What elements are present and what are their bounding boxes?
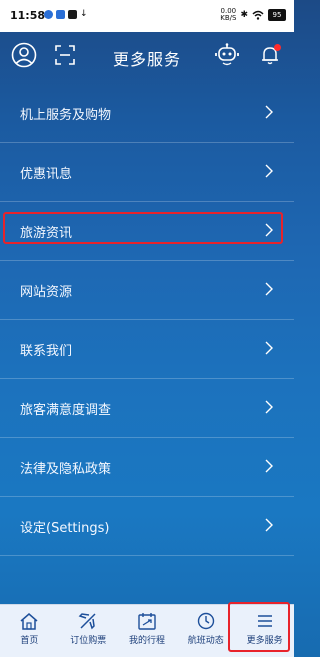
menu-item-label: 设定(Settings): [20, 520, 110, 536]
status-right-icons: 0.00 KB/S ✱ 95: [220, 8, 286, 22]
tab-flight-status[interactable]: 航班动态: [176, 605, 235, 657]
battery-icon: 95: [268, 9, 286, 21]
chevron-right-icon: [265, 164, 273, 178]
notification-badge: [274, 44, 281, 51]
menu-item-label: 法律及隐私政策: [20, 461, 112, 477]
status-bar: 11:58 ↓ 0.00 KB/S ✱ 95: [0, 0, 294, 32]
chevron-right-icon: [265, 341, 273, 355]
chevron-right-icon: [265, 282, 273, 296]
bluetooth-icon: ✱: [240, 10, 248, 20]
menu-item-web-resources[interactable]: 网站资源: [0, 261, 294, 320]
tiktok-icon: [68, 9, 77, 19]
tab-home[interactable]: 首页: [0, 605, 59, 657]
menu-item-label: 网站资源: [20, 284, 73, 300]
app-notification-icon: [56, 9, 65, 19]
tab-label: 航班动态: [187, 636, 224, 646]
status-time: 11:58: [10, 9, 46, 22]
menu-item-inflight-shopping[interactable]: 机上服务及购物: [0, 84, 294, 143]
download-icon: ↓: [80, 9, 88, 19]
chevron-right-icon: [265, 518, 273, 532]
menu-item-satisfaction-survey[interactable]: 旅客满意度调查: [0, 379, 294, 438]
notification-icon: [44, 9, 53, 19]
menu-item-label: 联系我们: [20, 343, 73, 359]
robot-icon: [215, 43, 239, 66]
highlight-box-travel-info: [3, 212, 283, 244]
highlight-box-more-services: [228, 602, 290, 652]
chatbot-button[interactable]: [212, 40, 242, 70]
tab-label: 订位购票: [70, 636, 107, 646]
tab-my-trips[interactable]: 我的行程: [118, 605, 177, 657]
wifi-icon: [252, 10, 264, 20]
menu-item-label: 机上服务及购物: [20, 107, 112, 123]
chevron-right-icon: [265, 459, 273, 473]
tab-label: 我的行程: [128, 636, 165, 646]
notifications-button[interactable]: [255, 40, 285, 70]
home-icon: [20, 613, 38, 630]
menu-item-label: 旅客满意度调查: [20, 402, 112, 418]
tab-label: 首页: [20, 636, 39, 646]
app-header: 更多服务: [0, 32, 294, 80]
chevron-right-icon: [265, 105, 273, 119]
network-speed: 0.00 KB/S: [220, 7, 237, 22]
status-notification-icons: ↓: [44, 9, 88, 19]
menu-list: 机上服务及购物 优惠讯息 旅游资讯 网站资源 联系我们 旅客满意度调查 法律及隐…: [0, 84, 294, 556]
plane-icon: [78, 613, 96, 630]
menu-item-promotions[interactable]: 优惠讯息: [0, 143, 294, 202]
tab-booking[interactable]: 订位购票: [59, 605, 118, 657]
menu-item-settings[interactable]: 设定(Settings): [0, 497, 294, 556]
menu-item-label: 优惠讯息: [20, 166, 73, 182]
clock-icon: [197, 612, 214, 630]
menu-item-contact-us[interactable]: 联系我们: [0, 320, 294, 379]
page-title: 更多服务: [112, 50, 181, 69]
menu-item-legal-privacy[interactable]: 法律及隐私政策: [0, 438, 294, 497]
itinerary-icon: [138, 613, 156, 630]
chevron-right-icon: [265, 400, 273, 414]
